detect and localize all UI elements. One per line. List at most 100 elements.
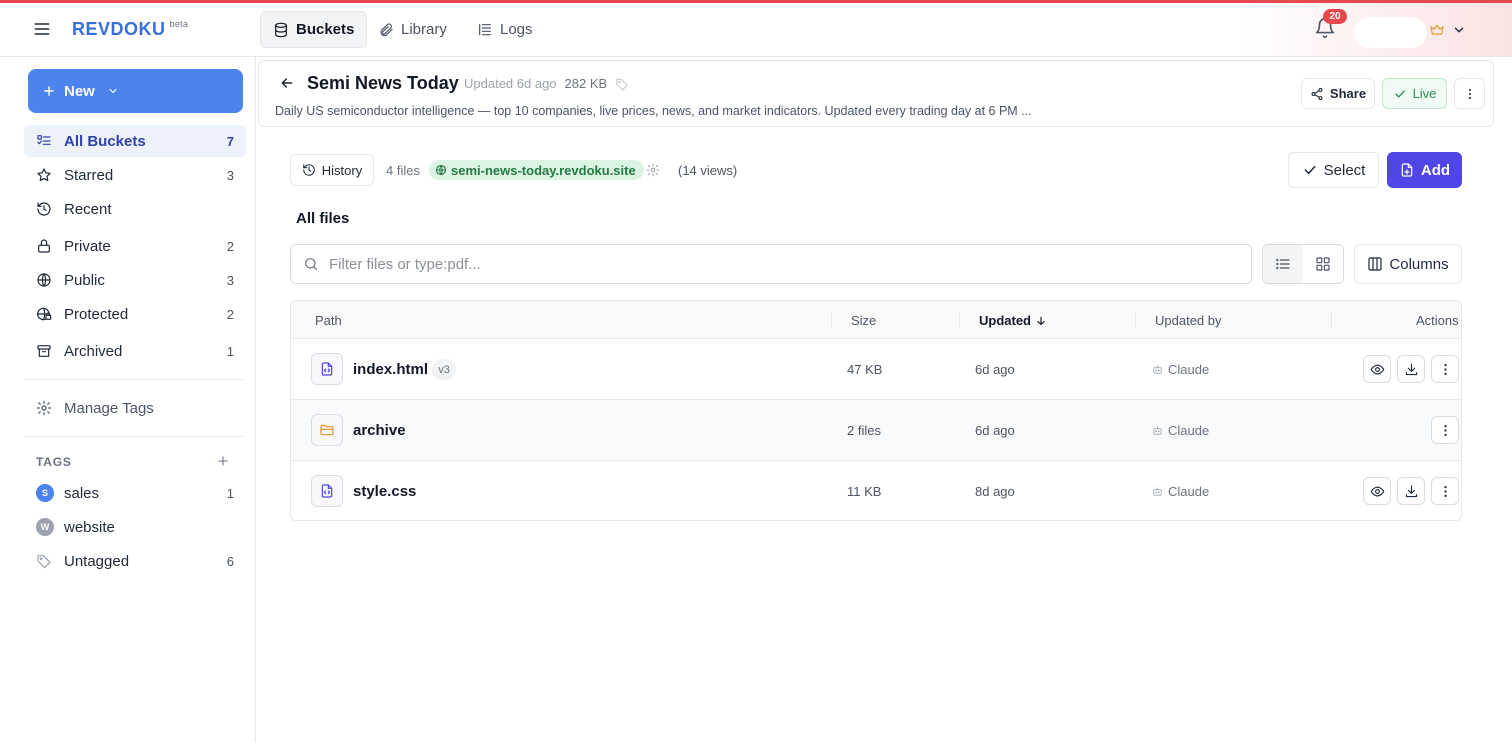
new-button[interactable]: New [28,69,243,113]
sidebar-item-starred[interactable]: Starred 3 [24,159,246,191]
page-title: Semi News Today [307,73,459,93]
sidebar-item-public[interactable]: Public 3 [24,264,246,296]
table-header: Path Size Updated Updated by Actions [291,301,1461,339]
columns-button[interactable]: Columns [1354,244,1462,284]
gear-icon[interactable] [646,163,660,177]
file-updated-by: Claude [1152,484,1209,499]
version-badge: v3 [432,359,456,380]
globe-lock-icon [37,307,52,321]
crown-icon [1429,22,1445,38]
plus-icon[interactable] [216,454,230,468]
sidebar-item-private[interactable]: Private 2 [24,230,246,262]
lock-icon [38,239,50,253]
sidebar: New All Buckets 7 Starred 3 Recent Priva… [0,57,256,743]
table-row[interactable]: index.html v3 47 KB 6d ago Claude [291,339,1461,400]
preview-button[interactable] [1363,477,1391,505]
tag-avatar: S [36,484,54,502]
grid-view-button[interactable] [1303,245,1343,283]
row-more-button[interactable] [1431,355,1459,383]
search-icon [305,258,317,270]
nav-tab-library[interactable]: Library [366,11,459,48]
globe-icon [435,164,447,176]
bucket-size: 282 KB [564,76,608,91]
more-options-button[interactable] [1454,78,1485,109]
sidebar-tag-untagged[interactable]: Untagged 6 [24,545,246,577]
file-name[interactable]: index.html [353,361,428,378]
tag-icon[interactable] [615,77,629,91]
sidebar-tag-sales[interactable]: S sales 1 [24,477,246,509]
share-button[interactable]: Share [1301,78,1375,109]
history-button[interactable]: History [290,154,374,186]
tag-icon [37,555,51,569]
live-status-button[interactable]: Live [1382,78,1447,109]
logs-icon [479,23,491,35]
columns-icon [1368,257,1383,271]
nav-tab-buckets[interactable]: Buckets [260,11,368,48]
add-button[interactable]: Add [1387,152,1462,188]
tags-heading: TAGS [36,455,72,469]
grid-icon [1316,257,1330,271]
search-field[interactable] [290,244,1252,284]
site-link[interactable]: semi-news-today.revdoku.site [429,160,644,180]
sidebar-divider [24,436,243,437]
file-name[interactable]: style.css [353,483,416,500]
preview-button[interactable] [1363,355,1391,383]
updated-text: Updated 6d ago [464,76,557,91]
database-icon [275,22,287,37]
code-file-icon [311,475,343,507]
files-count: 4 files [386,163,420,178]
row-more-button[interactable] [1431,416,1459,444]
app-header: REVDOKU beta Buckets Library Logs 20 [0,3,1512,57]
download-button[interactable] [1397,355,1425,383]
eye-icon [1370,486,1384,496]
file-updated: 6d ago [975,362,1015,377]
view-toggle [1262,244,1344,284]
sidebar-item-archived[interactable]: Archived 1 [24,335,246,367]
download-button[interactable] [1397,477,1425,505]
download-icon [1405,484,1417,497]
beta-badge: beta [169,19,189,29]
back-arrow-icon[interactable] [279,75,295,91]
file-plus-icon [1401,163,1413,177]
column-header-path[interactable]: Path [315,313,342,328]
file-updated-by: Claude [1152,362,1209,377]
plus-icon [44,86,54,96]
views-count: (14 views) [678,163,738,178]
chevron-down-icon[interactable] [1452,23,1466,37]
column-header-size[interactable]: Size [851,313,876,328]
folder-icon [311,414,343,446]
download-icon [1405,362,1417,375]
column-header-updated[interactable]: Updated [979,313,1047,328]
bucket-header: Semi News Today Updated 6d ago 282 KB Da… [258,60,1494,127]
file-name[interactable]: archive [353,422,406,439]
user-menu[interactable] [1354,17,1427,48]
bucket-description: Daily US semiconductor intelligence — to… [275,104,1032,118]
nav-tab-logs[interactable]: Logs [465,11,545,48]
menu-icon[interactable] [32,19,52,39]
table-row[interactable]: archive 2 files 6d ago Claude [291,400,1461,461]
tag-avatar: W [36,518,54,536]
app-logo[interactable]: REVDOKU beta [72,19,188,40]
bot-icon [1153,426,1162,435]
file-size: 2 files [847,423,881,438]
sidebar-item-all-buckets[interactable]: All Buckets 7 [24,125,246,157]
code-file-icon [311,353,343,385]
star-icon [37,168,51,182]
sidebar-tag-website[interactable]: W website [24,511,246,543]
table-row[interactable]: style.css 11 KB 8d ago Claude [291,461,1461,520]
sidebar-item-recent[interactable]: Recent [24,193,246,225]
search-input[interactable] [329,255,1209,273]
file-updated: 8d ago [975,484,1015,499]
sidebar-divider [24,379,243,380]
sidebar-item-protected[interactable]: Protected 2 [24,298,246,330]
history-icon [37,202,51,216]
files-table: Path Size Updated Updated by Actions ind… [290,300,1462,521]
sidebar-item-manage-tags[interactable]: Manage Tags [24,392,246,424]
select-button[interactable]: Select [1288,152,1379,188]
list-view-button[interactable] [1263,245,1303,283]
eye-icon [1370,364,1384,374]
file-updated: 6d ago [975,423,1015,438]
column-header-updated-by[interactable]: Updated by [1155,313,1222,328]
more-vertical-icon [1443,363,1447,375]
row-more-button[interactable] [1431,477,1459,505]
